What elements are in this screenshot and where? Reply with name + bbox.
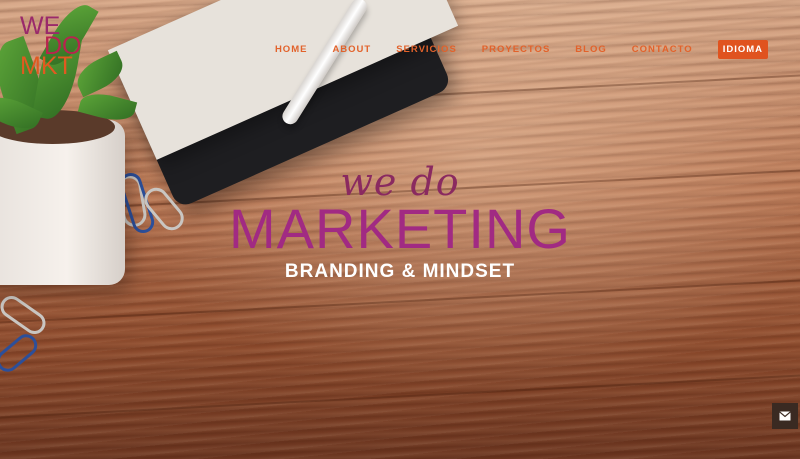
contact-mail-button[interactable] — [772, 403, 798, 429]
nav-item-proyectos[interactable]: PROYECTOS — [482, 44, 550, 55]
logo-line-3: MKT — [20, 52, 73, 80]
nav-item-blog[interactable]: BLOG — [575, 44, 606, 55]
nav-item-home[interactable]: HOME — [275, 44, 308, 55]
main-navigation: HOME ABOUT SERVICIOS PROYECTOS BLOG CONT… — [250, 40, 768, 59]
nav-item-about[interactable]: ABOUT — [332, 44, 371, 55]
nav-item-servicios[interactable]: SERVICIOS — [396, 44, 457, 55]
hero-subtitle: BRANDING & MINDSET — [284, 261, 516, 282]
language-button[interactable]: IDIOMA — [717, 40, 768, 59]
envelope-icon — [779, 411, 791, 421]
hero-tagline-big: MARKETING — [229, 197, 571, 260]
site-logo[interactable]: WE DO MKT — [20, 14, 82, 80]
nav-item-contacto[interactable]: CONTACTO — [632, 44, 693, 55]
